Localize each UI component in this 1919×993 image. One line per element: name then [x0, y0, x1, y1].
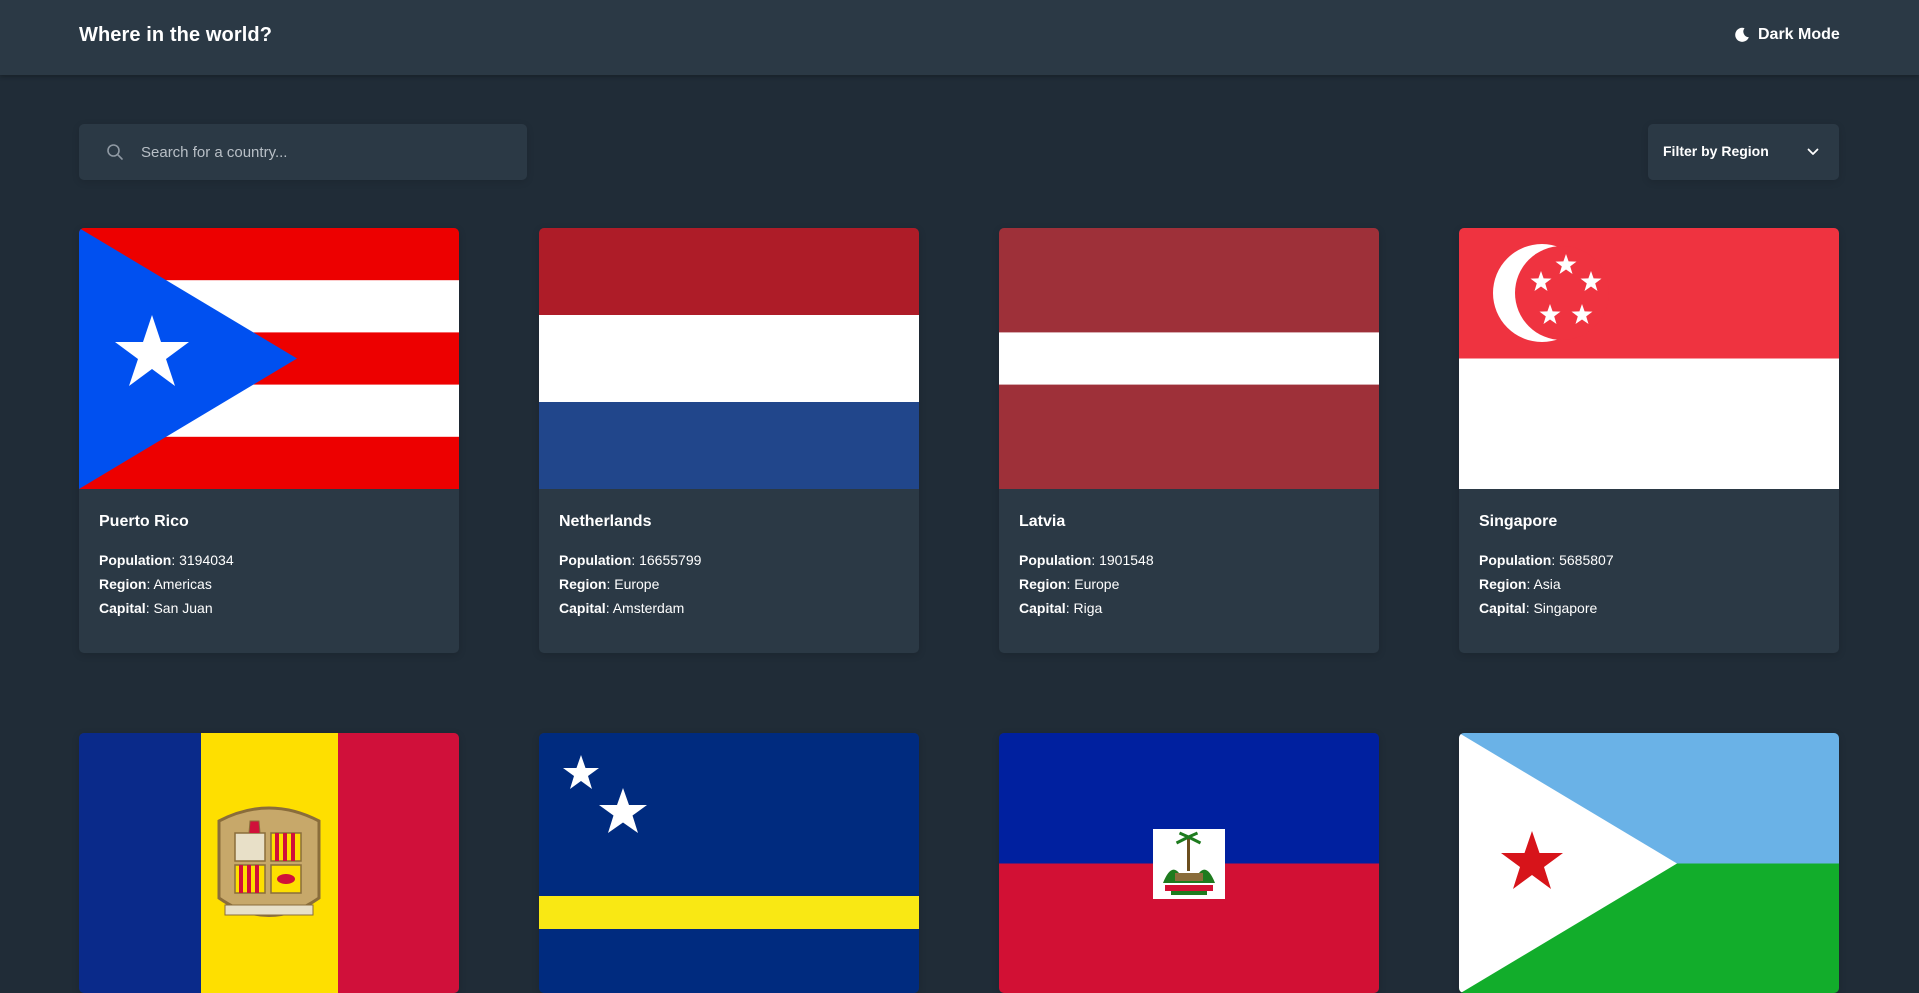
curacao-flag	[539, 733, 919, 993]
country-card[interactable]: Puerto Rico Population: 3194034 Region: …	[79, 228, 459, 653]
country-name: Puerto Rico	[99, 513, 439, 531]
separator: :	[1551, 552, 1555, 568]
separator: :	[1091, 552, 1095, 568]
app-title: Where in the world?	[79, 24, 272, 47]
search-icon	[106, 143, 124, 161]
separator: :	[631, 552, 635, 568]
separator: :	[1066, 576, 1070, 592]
moon-icon	[1734, 27, 1750, 43]
population-value: 5685807	[1559, 552, 1614, 568]
separator: :	[171, 552, 175, 568]
country-card[interactable]	[999, 733, 1379, 993]
capital-value: Riga	[1073, 600, 1102, 616]
capital-stat: Capital: Riga	[1019, 596, 1359, 620]
region-value: Europe	[614, 576, 659, 592]
separator: :	[606, 600, 610, 616]
country-card[interactable]: Latvia Population: 1901548 Region: Europ…	[999, 228, 1379, 653]
region-stat: Region: Americas	[99, 572, 439, 596]
capital-label: Capital	[99, 600, 146, 616]
country-card[interactable]	[1459, 733, 1839, 993]
region-value: Europe	[1074, 576, 1119, 592]
capital-value: Amsterdam	[613, 600, 685, 616]
country-card[interactable]: Singapore Population: 5685807 Region: As…	[1459, 228, 1839, 653]
region-value: Americas	[153, 576, 211, 592]
capital-label: Capital	[559, 600, 606, 616]
region-label: Region	[1019, 576, 1066, 592]
andorra-flag	[79, 733, 459, 993]
search-box[interactable]	[79, 124, 527, 180]
region-stat: Region: Europe	[1019, 572, 1359, 596]
puerto-rico-flag	[79, 228, 459, 489]
capital-label: Capital	[1019, 600, 1066, 616]
country-card[interactable]	[79, 733, 459, 993]
region-stat: Region: Asia	[1479, 572, 1819, 596]
netherlands-flag	[539, 228, 919, 489]
population-label: Population	[1019, 552, 1091, 568]
dark-mode-toggle[interactable]: Dark Mode	[1734, 26, 1840, 44]
country-card[interactable]	[539, 733, 919, 993]
country-name: Singapore	[1479, 513, 1819, 531]
capital-value: Singapore	[1533, 600, 1597, 616]
separator: :	[1526, 600, 1530, 616]
population-label: Population	[559, 552, 631, 568]
coat-of-arms	[219, 808, 319, 916]
country-name: Latvia	[1019, 513, 1359, 531]
population-stat: Population: 16655799	[559, 548, 899, 572]
latvia-flag	[999, 228, 1379, 489]
capital-stat: Capital: Amsterdam	[559, 596, 899, 620]
country-card[interactable]: Netherlands Population: 16655799 Region:…	[539, 228, 919, 653]
region-label: Region	[559, 576, 606, 592]
population-label: Population	[99, 552, 171, 568]
capital-label: Capital	[1479, 600, 1526, 616]
region-value: Asia	[1533, 576, 1560, 592]
search-input[interactable]	[139, 124, 509, 180]
haiti-flag	[999, 733, 1379, 993]
separator: :	[1066, 600, 1070, 616]
capital-stat: Capital: Singapore	[1479, 596, 1819, 620]
app-header: Where in the world? Dark Mode	[0, 0, 1919, 75]
population-value: 1901548	[1099, 552, 1154, 568]
population-label: Population	[1479, 552, 1551, 568]
region-stat: Region: Europe	[559, 572, 899, 596]
population-stat: Population: 3194034	[99, 548, 439, 572]
country-name: Netherlands	[559, 513, 899, 531]
region-label: Region	[99, 576, 146, 592]
separator: :	[606, 576, 610, 592]
dark-mode-label: Dark Mode	[1758, 26, 1840, 44]
region-filter-dropdown[interactable]: Filter by Region	[1648, 124, 1839, 180]
region-filter-label: Filter by Region	[1663, 143, 1769, 159]
separator: :	[146, 576, 150, 592]
singapore-flag	[1459, 228, 1839, 489]
region-label: Region	[1479, 576, 1526, 592]
capital-stat: Capital: San Juan	[99, 596, 439, 620]
population-value: 16655799	[639, 552, 701, 568]
population-stat: Population: 5685807	[1479, 548, 1819, 572]
djibouti-flag	[1459, 733, 1839, 993]
population-value: 3194034	[179, 552, 234, 568]
capital-value: San Juan	[153, 600, 212, 616]
separator: :	[1526, 576, 1530, 592]
chevron-down-icon	[1807, 147, 1819, 157]
separator: :	[146, 600, 150, 616]
population-stat: Population: 1901548	[1019, 548, 1359, 572]
